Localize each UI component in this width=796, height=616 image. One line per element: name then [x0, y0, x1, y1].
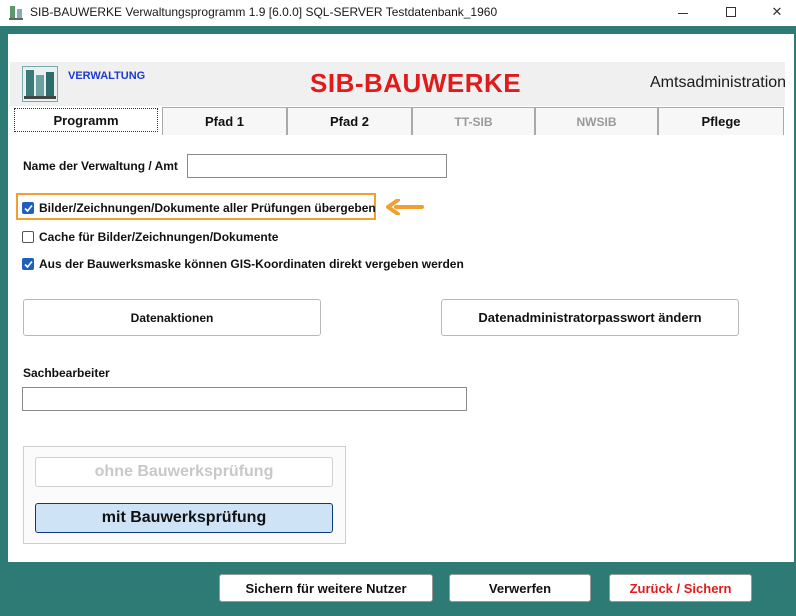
clerk-label: Sachbearbeiter [23, 366, 110, 380]
button-label: Zurück / Sichern [629, 580, 732, 596]
mode-label: Amtsadministration [650, 74, 787, 91]
arrow-left-icon [386, 199, 424, 215]
tab-pfad-1[interactable]: Pfad 1 [162, 107, 287, 135]
tab-pflege[interactable]: Pflege [658, 107, 784, 135]
close-icon: ✕ [771, 4, 783, 19]
tab-nwsib: NWSIB [535, 107, 658, 135]
name-label: Name der Verwaltung / Amt [23, 159, 178, 173]
checkbox-row-images[interactable]: Bilder/Zeichnungen/Dokumente aller Prüfu… [22, 201, 376, 215]
brand-title: SIB-BAUWERKE [310, 68, 522, 98]
checkbox-images[interactable] [22, 202, 34, 214]
minimize-icon [678, 12, 688, 14]
tab-label: Pfad 1 [204, 114, 244, 129]
checkmark-icon [23, 204, 33, 212]
discard-button[interactable]: Verwerfen [449, 574, 591, 602]
window-title: SIB-BAUWERKE Verwaltungsprogramm 1.9 [6.… [30, 5, 498, 19]
logo [22, 66, 58, 102]
minimize-button[interactable] [660, 0, 706, 24]
without-inspection-button: ohne Bauwerksprüfung [35, 457, 333, 487]
checkmark-icon [23, 260, 33, 268]
checkbox-gis[interactable] [22, 258, 34, 270]
name-input[interactable] [187, 154, 447, 178]
change-password-button[interactable]: Datenadministratorpasswort ändern [441, 299, 739, 336]
tab-pfad-2[interactable]: Pfad 2 [287, 107, 412, 135]
tab-label: NWSIB [576, 114, 617, 129]
tab-label: Pfad 2 [329, 114, 369, 129]
button-label: Sichern für weitere Nutzer [245, 580, 407, 596]
tab-label: Pflege [701, 114, 741, 129]
back-save-button[interactable]: Zurück / Sichern [609, 574, 752, 602]
app-icon [9, 6, 23, 20]
checkbox-row-cache[interactable]: Cache für Bilder/Zeichnungen/Dokumente [22, 230, 278, 244]
button-label: ohne Bauwerksprüfung [94, 463, 274, 480]
button-label: mit Bauwerksprüfung [101, 509, 267, 526]
checkbox-cache[interactable] [22, 231, 34, 243]
tab-label: TT-SIB [454, 114, 493, 129]
data-actions-button[interactable]: Datenaktionen [23, 299, 321, 336]
clerk-input[interactable] [22, 387, 467, 411]
title-bar: SIB-BAUWERKE Verwaltungsprogramm 1.9 [6.… [0, 0, 796, 24]
close-button[interactable]: ✕ [754, 0, 796, 24]
checkbox-label: Cache für Bilder/Zeichnungen/Dokumente [39, 230, 279, 244]
save-for-others-button[interactable]: Sichern für weitere Nutzer [219, 574, 433, 602]
tab-tt-sib: TT-SIB [412, 107, 535, 135]
maximize-icon [726, 7, 736, 17]
button-label: Datenaktionen [130, 310, 214, 325]
tab-programm[interactable]: Programm [14, 108, 158, 132]
tab-label: Programm [53, 112, 119, 128]
checkbox-row-gis[interactable]: Aus der Bauwerksmaske können GIS-Koordin… [22, 257, 464, 271]
checkbox-label: Aus der Bauwerksmaske können GIS-Koordin… [39, 257, 464, 271]
checkbox-label: Bilder/Zeichnungen/Dokumente aller Prüfu… [39, 201, 376, 215]
with-inspection-button[interactable]: mit Bauwerksprüfung [35, 503, 333, 533]
button-label: Verwerfen [488, 580, 552, 596]
logo-icon [24, 70, 56, 99]
button-label: Datenadministratorpasswort ändern [478, 310, 702, 325]
section-label: VERWALTUNG [68, 70, 146, 82]
maximize-button[interactable] [708, 0, 754, 24]
